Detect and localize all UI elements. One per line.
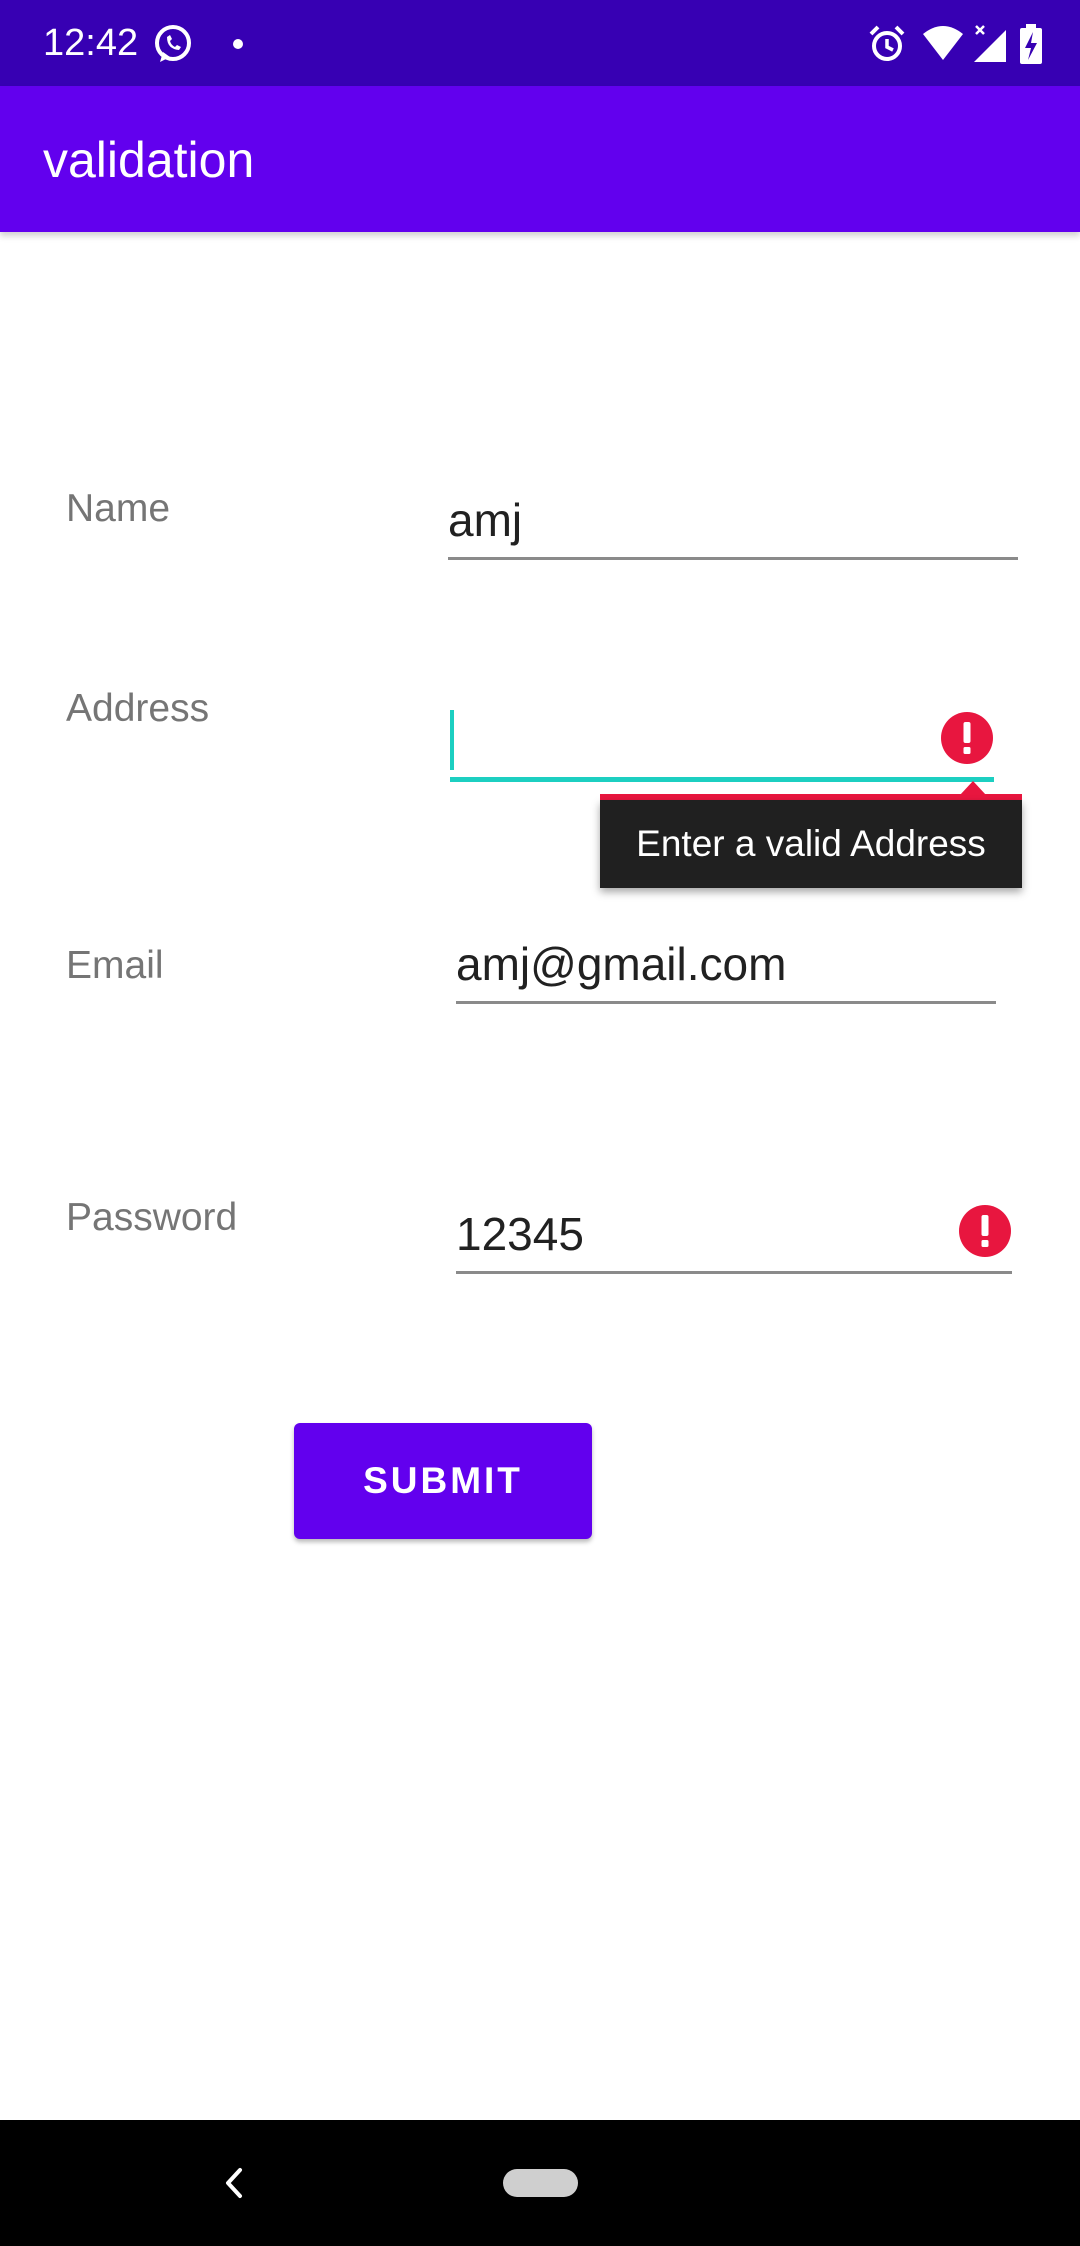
error-popup-message: Enter a valid Address bbox=[600, 800, 1022, 888]
status-bar: 12:42 bbox=[0, 0, 1080, 86]
home-pill-icon[interactable] bbox=[503, 2169, 578, 2197]
address-error-popup: Enter a valid Address bbox=[600, 781, 1022, 888]
email-field-value: amj@gmail.com bbox=[456, 938, 787, 990]
address-label: Address bbox=[66, 687, 210, 730]
status-right-icons bbox=[867, 22, 1044, 66]
alarm-icon bbox=[869, 25, 905, 61]
address-error-icon[interactable] bbox=[940, 711, 994, 765]
submit-button[interactable]: SUBMIT bbox=[294, 1423, 592, 1539]
name-label: Name bbox=[66, 487, 171, 530]
password-field[interactable]: 12345 bbox=[456, 1194, 1012, 1274]
name-field-underline bbox=[448, 557, 1018, 560]
name-field[interactable]: amj bbox=[448, 480, 1018, 560]
signal-icon bbox=[973, 25, 1006, 62]
status-time: 12:42 bbox=[43, 22, 139, 64]
password-field-value: 12345 bbox=[456, 1208, 584, 1260]
name-field-value: amj bbox=[448, 494, 523, 546]
wifi-icon bbox=[923, 26, 964, 60]
email-label: Email bbox=[66, 944, 164, 987]
status-left-icons bbox=[152, 22, 258, 66]
text-cursor bbox=[450, 710, 454, 770]
password-error-icon[interactable] bbox=[958, 1204, 1012, 1258]
address-field[interactable] bbox=[450, 702, 994, 782]
password-field-underline bbox=[456, 1271, 1012, 1274]
app-bar: validation bbox=[0, 86, 1080, 232]
password-label: Password bbox=[66, 1196, 238, 1239]
error-popup-pointer bbox=[960, 781, 986, 795]
back-icon[interactable] bbox=[218, 2162, 250, 2204]
email-field[interactable]: amj@gmail.com bbox=[456, 924, 996, 1004]
notification-dot-icon bbox=[233, 39, 244, 49]
battery-charging-icon bbox=[1020, 24, 1042, 64]
navigation-bar bbox=[0, 2120, 1080, 2246]
screen: 12:42 validation Name amj Address Enter … bbox=[0, 0, 1080, 2246]
app-title: validation bbox=[43, 132, 255, 188]
whatsapp-icon bbox=[155, 25, 191, 62]
email-field-underline bbox=[456, 1001, 996, 1004]
address-field-underline bbox=[450, 777, 994, 782]
